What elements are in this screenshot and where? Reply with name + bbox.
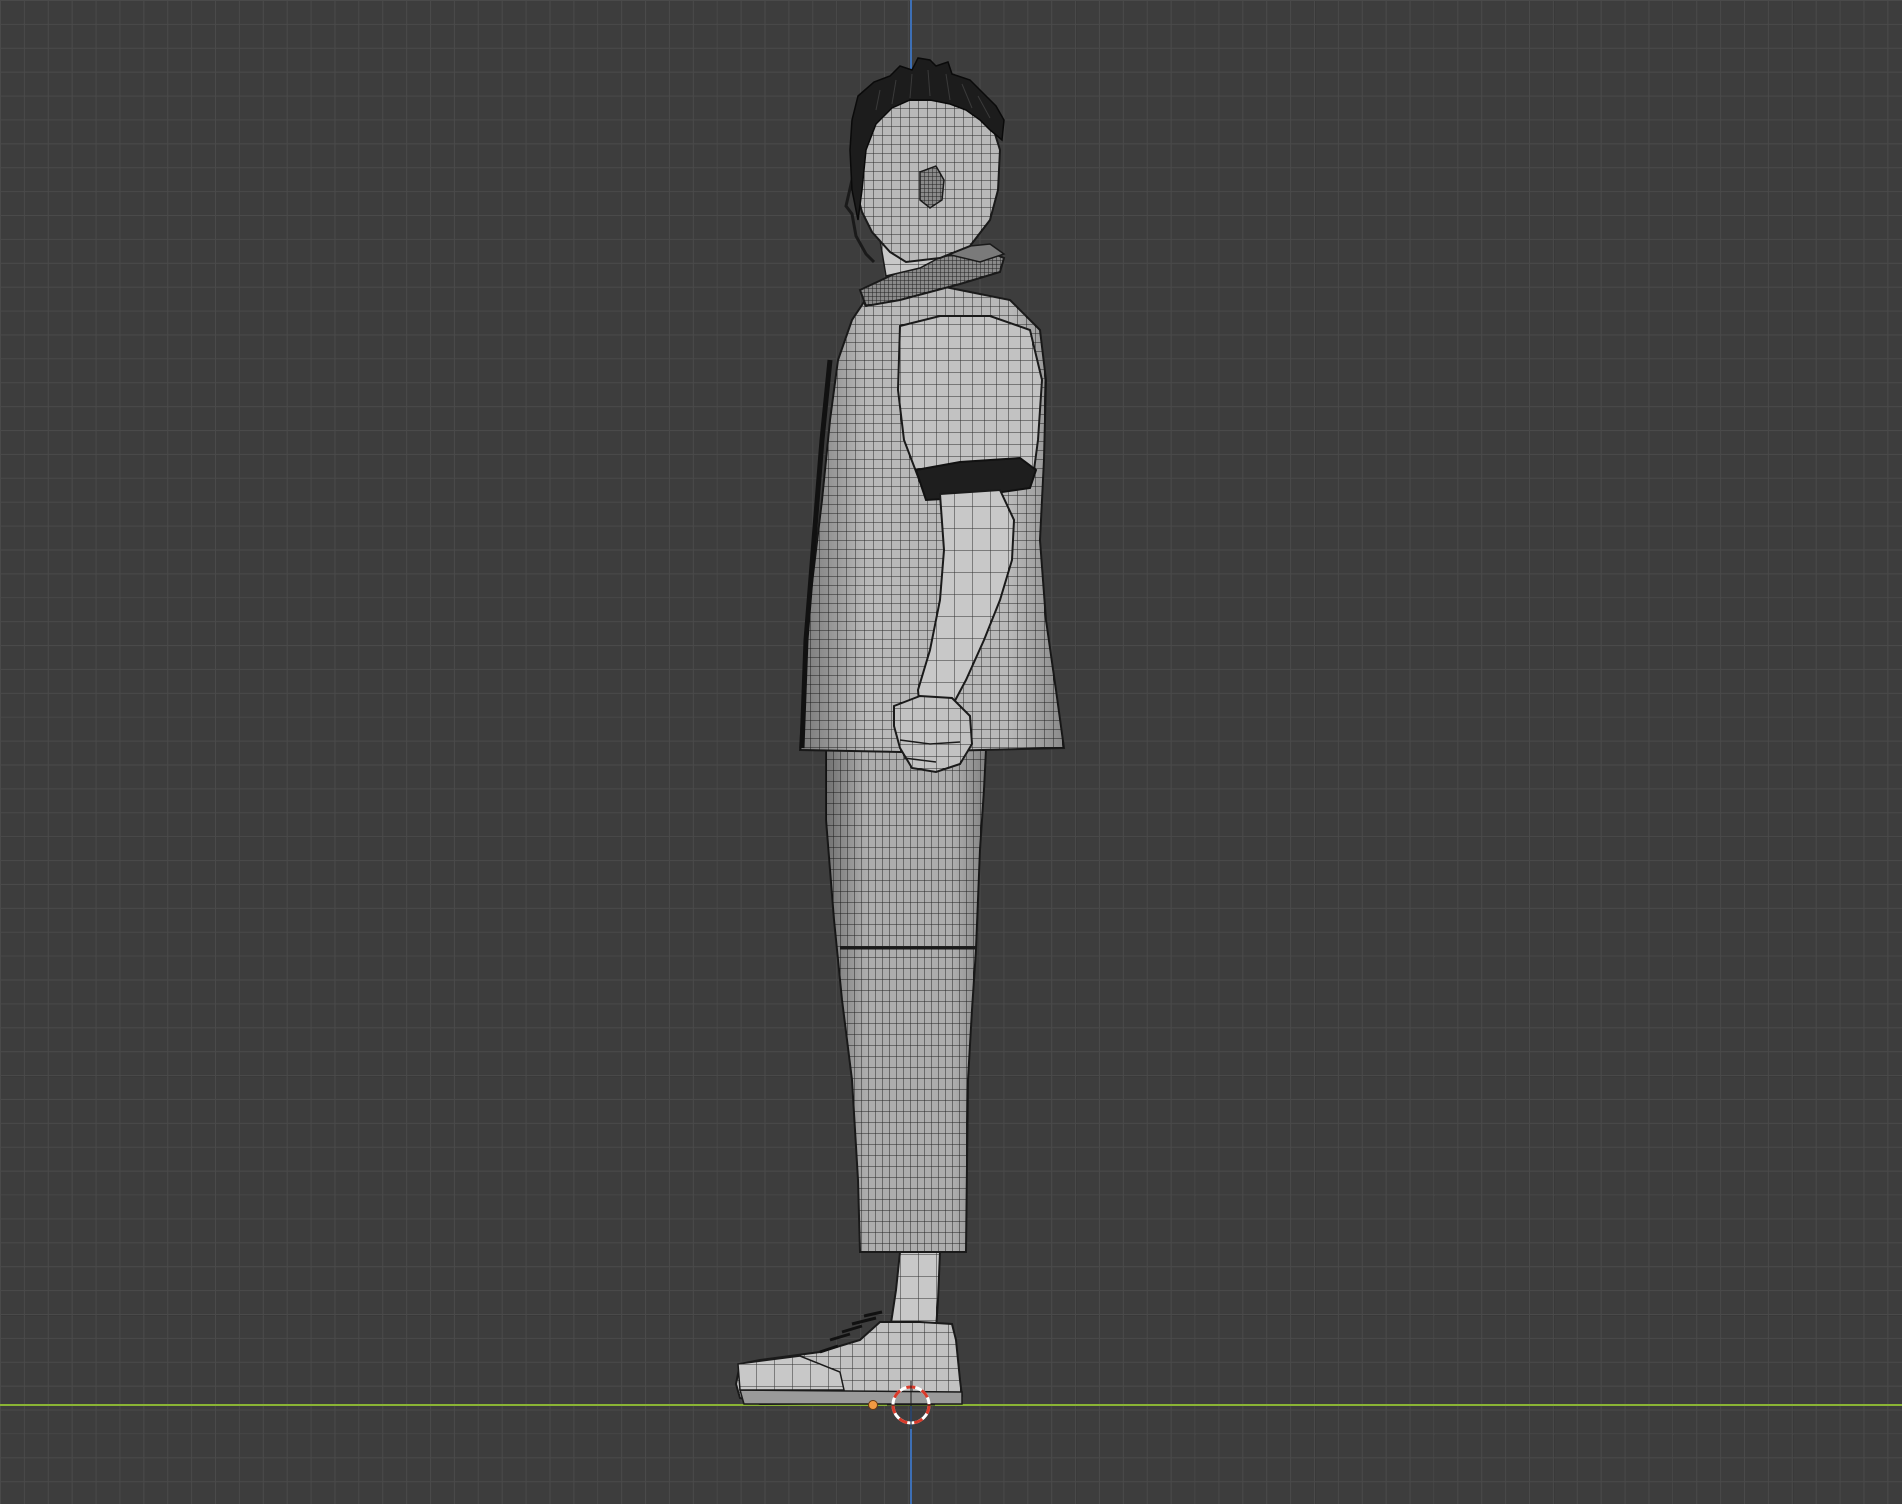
ear-mesh xyxy=(919,165,945,209)
3d-viewport[interactable]: Right Orthographic xyxy=(0,0,1902,1504)
character-mesh[interactable] xyxy=(734,57,1066,1406)
scene-canvas[interactable] xyxy=(0,0,1902,1504)
object-origin-icon[interactable] xyxy=(868,1400,878,1410)
ankle-mesh xyxy=(888,1251,942,1331)
pants-shading xyxy=(826,750,986,1252)
